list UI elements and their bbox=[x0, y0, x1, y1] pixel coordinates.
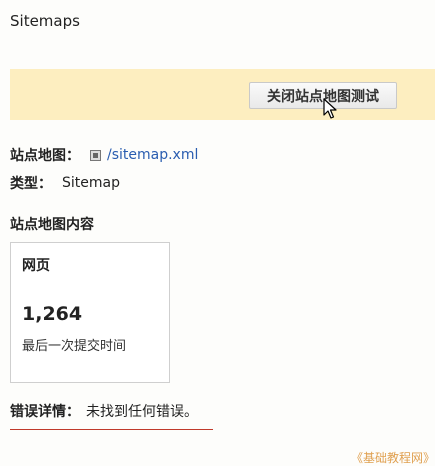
error-message: 未找到任何错误。 bbox=[86, 404, 198, 420]
card-subtitle: 最后一次提交时间 bbox=[22, 339, 127, 354]
error-details: 错误详情： 未找到任何错误。 bbox=[10, 401, 198, 421]
page-title: Sitemaps bbox=[10, 12, 80, 30]
sitemap-label: 站点地图： bbox=[10, 148, 80, 164]
file-icon bbox=[90, 149, 101, 161]
mouse-cursor-icon bbox=[323, 98, 337, 119]
sitemap-link[interactable]: /sitemap.xml bbox=[107, 147, 198, 163]
sitemap-row: 站点地图： /sitemap.xml bbox=[10, 145, 198, 165]
sitemap-content-heading: 站点地图内容 bbox=[10, 217, 94, 233]
error-label: 错误详情： bbox=[10, 404, 80, 420]
watermark: 《基础教程网》 bbox=[351, 451, 435, 465]
type-row: 类型： Sitemap bbox=[10, 173, 120, 193]
card-title: 网页 bbox=[22, 258, 50, 274]
type-value: Sitemap bbox=[62, 175, 120, 191]
error-underline bbox=[10, 429, 213, 430]
card-value: 1,264 bbox=[22, 303, 83, 325]
pages-card: 网页 1,264 最后一次提交时间 bbox=[10, 242, 170, 383]
type-label: 类型： bbox=[10, 176, 52, 192]
